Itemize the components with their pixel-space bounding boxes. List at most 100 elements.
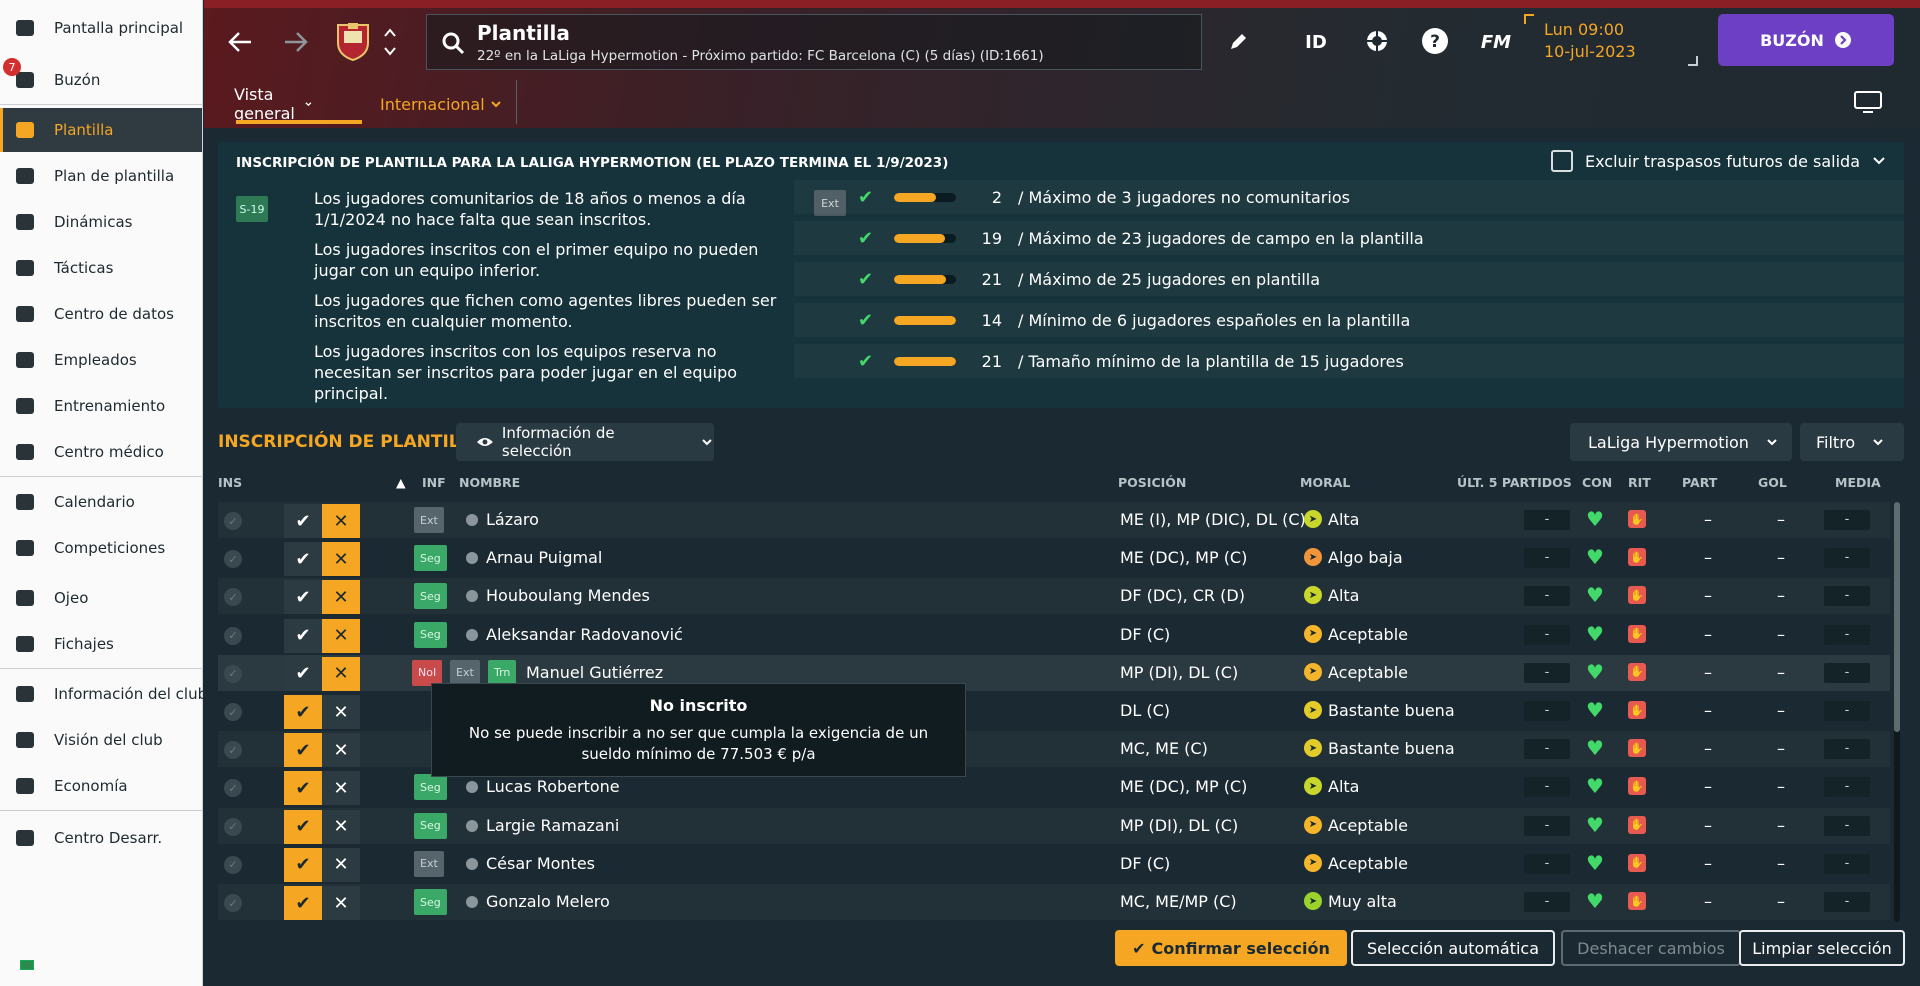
register-yes-button[interactable]: ✔ <box>284 656 322 691</box>
register-no-button[interactable]: ✕ <box>322 771 360 806</box>
register-no-button[interactable]: ✕ <box>322 695 360 729</box>
table-row[interactable]: ✓ ✔ ✕ Seg Gonzalo Melero MC, ME/MP (C) ➤ Muy al… <box>218 884 1890 920</box>
fm-logo-button[interactable]: FM <box>1476 28 1516 56</box>
undo-changes-button[interactable]: Deshacer cambios <box>1561 930 1741 966</box>
tab-internacional[interactable]: Internacional <box>380 84 503 124</box>
register-no-button[interactable]: ✕ <box>322 809 360 844</box>
player-name[interactable]: Gonzalo Melero <box>486 892 610 911</box>
player-name[interactable]: Aleksandar Radovanović <box>486 625 683 644</box>
register-yes-button[interactable]: ✔ <box>284 580 322 615</box>
register-yes-button[interactable]: ✔ <box>284 847 322 882</box>
register-yes-button[interactable]: ✔ <box>284 618 322 653</box>
table-row[interactable]: ✓ ✔ ✕ Ext Lázaro ME (I), MP (DIC), DL (C) ➤ Alt… <box>218 502 1890 538</box>
col-gol[interactable]: GOL <box>1758 475 1787 490</box>
appearances-value: – <box>1704 777 1712 797</box>
col-media[interactable]: MEDIA <box>1835 475 1881 490</box>
col-ult5[interactable]: ÚLT. 5 PARTIDOS <box>1457 475 1572 490</box>
player-name[interactable]: Houboulang Mendes <box>486 586 650 605</box>
chevron-down-icon[interactable] <box>1872 154 1886 168</box>
sidebar-item-plantilla[interactable]: Plantilla <box>0 108 202 152</box>
col-rit[interactable]: RIT <box>1628 475 1651 490</box>
sidebar-item-empleados[interactable]: Empleados <box>0 338 202 382</box>
display-icon[interactable] <box>1850 88 1886 116</box>
sidebar-item-dinámicas[interactable]: Dinámicas <box>0 200 202 244</box>
col-moral[interactable]: MORAL <box>1300 475 1350 490</box>
search-icon[interactable] <box>441 31 465 59</box>
sidebar-item-entrenamiento[interactable]: Entrenamiento <box>0 384 202 428</box>
register-yes-button[interactable]: ✔ <box>284 542 322 577</box>
register-no-button[interactable]: ✕ <box>322 847 360 882</box>
community-icon[interactable] <box>1362 26 1392 56</box>
register-no-button[interactable]: ✕ <box>322 886 360 920</box>
register-yes-button[interactable]: ✔ <box>284 886 322 920</box>
col-con[interactable]: CON <box>1582 475 1612 490</box>
sort-asc-icon[interactable]: ▲ <box>396 475 406 490</box>
sidebar-item-tácticas[interactable]: Tácticas <box>0 246 202 290</box>
register-no-button[interactable]: ✕ <box>322 656 360 691</box>
player-name[interactable]: Lázaro <box>486 510 539 529</box>
help-icon[interactable]: ? <box>1420 26 1450 56</box>
register-no-button[interactable]: ✕ <box>322 618 360 653</box>
tab-vista-general[interactable]: Vista general <box>234 84 313 124</box>
player-name[interactable]: Arnau Puigmal <box>486 548 602 567</box>
player-name[interactable]: Manuel Gutiérrez <box>526 663 663 682</box>
register-yes-button[interactable]: ✔ <box>284 733 322 768</box>
club-switch-chevrons-icon[interactable] <box>380 24 400 60</box>
club-crest-icon[interactable] <box>334 20 372 62</box>
forward-button[interactable] <box>276 22 316 62</box>
sidebar-item-información-del-club[interactable]: Información del club <box>0 672 207 716</box>
exclude-future-transfers[interactable]: Excluir traspasos futuros de salida <box>1551 150 1886 172</box>
edit-icon[interactable] <box>1224 28 1252 56</box>
register-no-button[interactable]: ✕ <box>322 733 360 768</box>
player-name[interactable]: César Montes <box>486 854 595 873</box>
morale-icon: ➤ <box>1304 777 1322 796</box>
sidebar-item-fichajes[interactable]: Fichajes <box>0 622 202 666</box>
sidebar-item-competiciones[interactable]: Competiciones <box>0 526 202 570</box>
buzon-continue-button[interactable]: BUZÓN <box>1718 14 1894 66</box>
player-name[interactable]: Largie Ramazani <box>486 816 619 835</box>
col-ins[interactable]: INS <box>218 475 242 490</box>
filter-dropdown[interactable]: Filtro <box>1800 423 1904 461</box>
register-no-button[interactable]: ✕ <box>322 504 360 538</box>
sidebar-item-calendario[interactable]: Calendario <box>0 480 202 524</box>
sidebar-item-plan-de-plantilla[interactable]: Plan de plantilla <box>0 154 202 198</box>
scrollbar-thumb[interactable] <box>1894 502 1900 732</box>
sidebar-item-ojeo[interactable]: Ojeo <box>0 576 202 620</box>
register-yes-button[interactable]: ✔ <box>284 809 322 844</box>
confirm-selection-button[interactable]: ✔ Confirmar selección <box>1115 930 1347 966</box>
clear-selection-button[interactable]: Limpiar selección <box>1739 930 1905 966</box>
table-row[interactable]: ✓ ✔ ✕ Seg Largie Ramazani MP (DI), DL (C) ➤ Ace… <box>218 808 1890 844</box>
sidebar-item-buzón[interactable]: Buzón <box>0 58 202 102</box>
id-button[interactable]: ID <box>1296 28 1336 56</box>
s19-tag: S-19 <box>236 196 268 222</box>
sidebar-item-centro-de-datos[interactable]: Centro de datos <box>0 292 202 336</box>
col-posicion[interactable]: POSICIÓN <box>1118 475 1186 490</box>
sidebar-item-pantalla-principal[interactable]: Pantalla principal <box>0 6 202 50</box>
selection-info-dropdown[interactable]: Información de selección <box>456 423 714 461</box>
exclude-label: Excluir traspasos futuros de salida <box>1585 151 1860 171</box>
table-scrollbar[interactable] <box>1894 502 1900 922</box>
table-row[interactable]: ✓ ✔ ✕ Ext César Montes DF (C) ➤ Aceptable - ♥ ✋ – – - <box>218 846 1890 882</box>
sidebar-item-centro-médico[interactable]: Centro médico <box>0 430 202 474</box>
back-button[interactable] <box>220 22 260 62</box>
sidebar-item-economía[interactable]: Economía <box>0 764 202 808</box>
register-no-button[interactable]: ✕ <box>322 542 360 577</box>
sidebar-item-label: Información del club <box>54 685 208 703</box>
player-name[interactable]: Lucas Robertone <box>486 777 620 796</box>
table-row[interactable]: ✓ ✔ ✕ Seg Houboulang Mendes DF (DC), CR (D) ➤ A… <box>218 578 1890 615</box>
game-date[interactable]: Lun 09:00 10-jul-2023 <box>1524 14 1698 68</box>
col-nombre[interactable]: NOMBRE <box>459 475 520 490</box>
col-part[interactable]: PART <box>1682 475 1717 490</box>
competition-dropdown[interactable]: LaLiga Hypermotion <box>1570 423 1792 461</box>
exclude-checkbox[interactable] <box>1551 150 1573 172</box>
col-inf[interactable]: INF <box>422 475 446 490</box>
register-yes-button[interactable]: ✔ <box>284 771 322 806</box>
register-no-button[interactable]: ✕ <box>322 580 360 615</box>
sidebar-item-centro-desarr-[interactable]: Centro Desarr. <box>0 816 202 860</box>
table-row[interactable]: ✓ ✔ ✕ Seg Aleksandar Radovanović DF (C) ➤ Acept… <box>218 617 1890 653</box>
register-yes-button[interactable]: ✔ <box>284 695 322 729</box>
table-row[interactable]: ✓ ✔ ✕ Seg Arnau Puigmal ME (DC), MP (C) ➤ Algo … <box>218 540 1890 577</box>
register-yes-button[interactable]: ✔ <box>284 504 322 538</box>
sidebar-item-visión-del-club[interactable]: Visión del club <box>0 718 202 762</box>
auto-selection-button[interactable]: Selección automática <box>1351 930 1555 966</box>
